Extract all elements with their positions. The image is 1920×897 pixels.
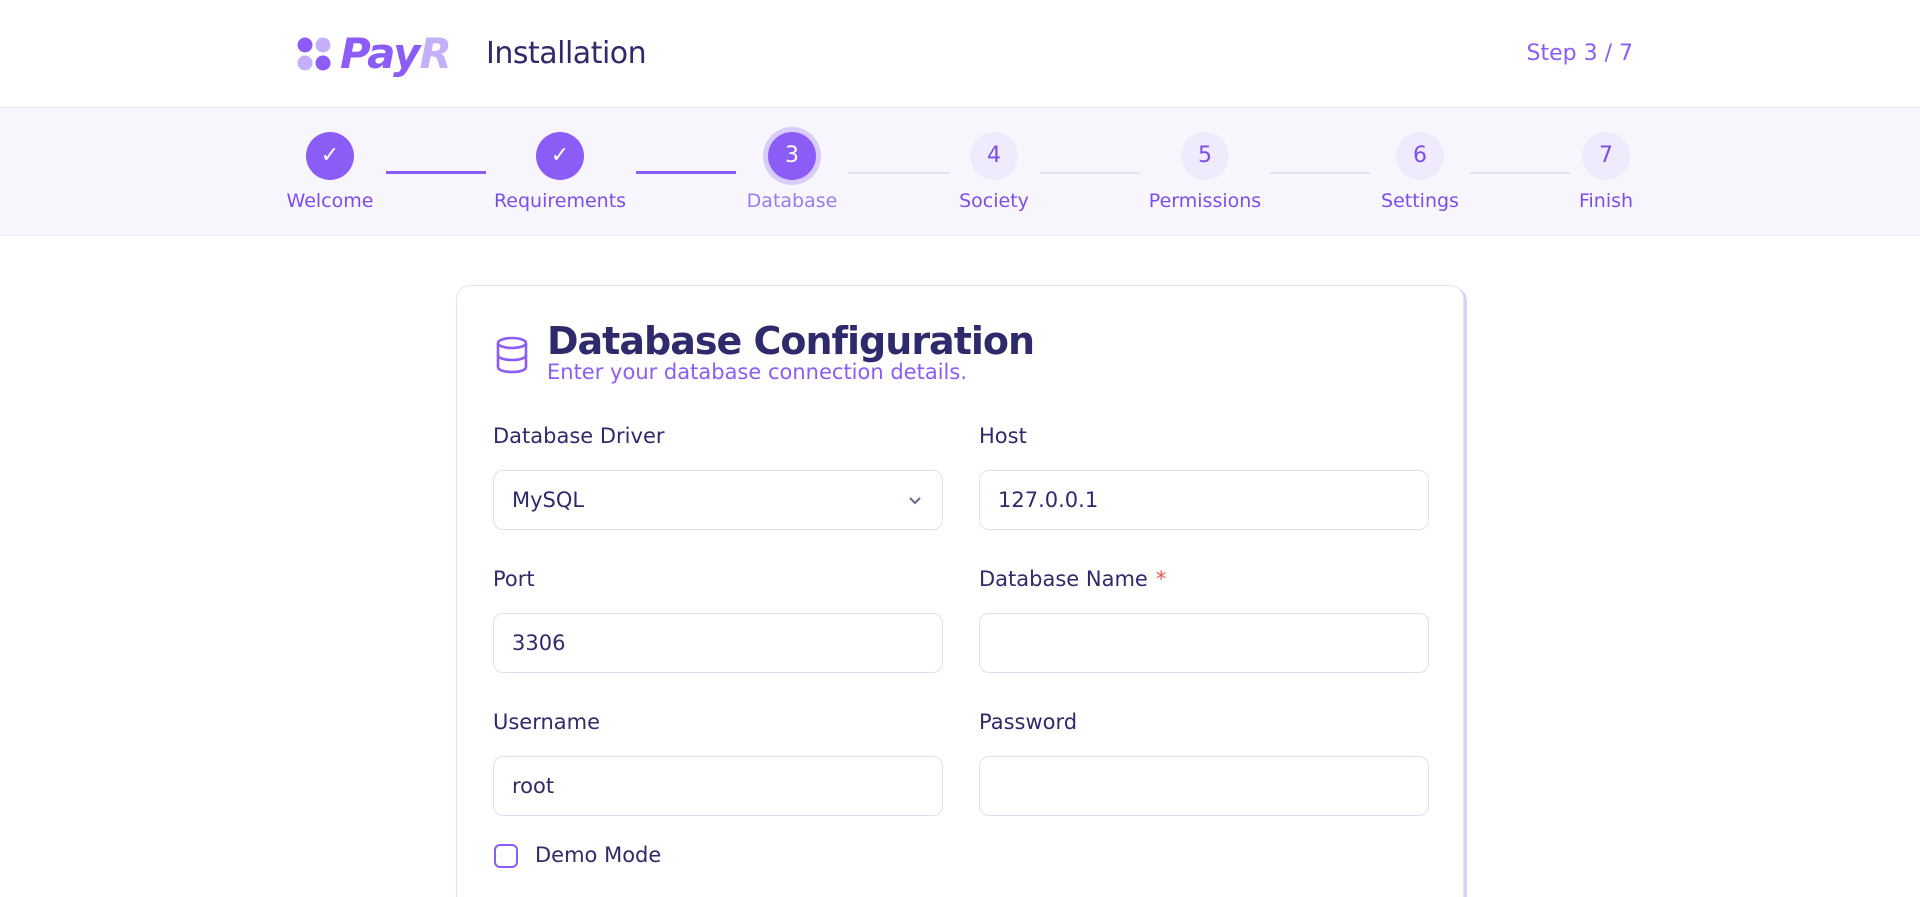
step-label-requirements: Requirements (493, 190, 627, 212)
step-label-settings: Settings (1381, 190, 1459, 212)
step-circle-finish: 7 (1582, 132, 1630, 180)
card-subtitle: Enter your database connection details. (547, 360, 967, 384)
step-circle-permissions: 5 (1181, 132, 1229, 180)
step-connector (1270, 172, 1370, 174)
driver-select-value: MySQL (512, 488, 585, 512)
dbname-label-text: Database Name (979, 567, 1148, 591)
step-circle-requirements: ✓ (536, 132, 584, 180)
step-connector (848, 172, 950, 174)
step-connector (636, 171, 736, 174)
step-connector (1470, 172, 1570, 174)
dbname-label: Database Name * (979, 565, 1166, 593)
demo-mode-label[interactable]: Demo Mode (535, 841, 661, 869)
demo-mode-checkbox[interactable] (494, 844, 518, 868)
required-marker: * (1155, 567, 1167, 591)
username-label: Username (493, 710, 601, 734)
step-circle-welcome: ✓ (306, 132, 354, 180)
step-label-finish: Finish (1578, 190, 1634, 212)
step-circle-database: 3 (768, 132, 816, 180)
driver-label: Database Driver (493, 424, 665, 448)
brand-logo-text: PayR (340, 29, 452, 78)
password-label: Password (979, 710, 1078, 734)
step-label-welcome: Welcome (286, 190, 374, 212)
brand-logo-icon (297, 37, 331, 71)
top-header: PayR Installation Step 3 / 7 (0, 0, 1920, 108)
host-label: Host (979, 424, 1027, 448)
dbname-input[interactable] (979, 613, 1429, 673)
port-label: Port (493, 567, 535, 591)
step-label-society: Society (959, 190, 1029, 212)
step-label-permissions: Permissions (1148, 190, 1262, 212)
install-stepper: ✓ Welcome ✓ Requirements 3 Database 4 So… (0, 108, 1920, 236)
port-input[interactable] (493, 613, 943, 673)
step-circle-settings: 6 (1396, 132, 1444, 180)
database-icon (496, 336, 528, 374)
step-circle-society: 4 (970, 132, 1018, 180)
driver-select[interactable]: MySQL (493, 470, 943, 530)
host-input[interactable] (979, 470, 1429, 530)
step-label-database: Database (746, 190, 838, 212)
step-connector (1040, 172, 1140, 174)
page-title: Installation (486, 36, 647, 71)
chevron-down-icon (909, 497, 921, 505)
step-counter: Step 3 / 7 (1526, 41, 1633, 66)
username-input[interactable] (493, 756, 943, 816)
step-connector (386, 171, 486, 174)
database-config-card: Database Configuration Enter your databa… (456, 285, 1464, 897)
password-input[interactable] (979, 756, 1429, 816)
